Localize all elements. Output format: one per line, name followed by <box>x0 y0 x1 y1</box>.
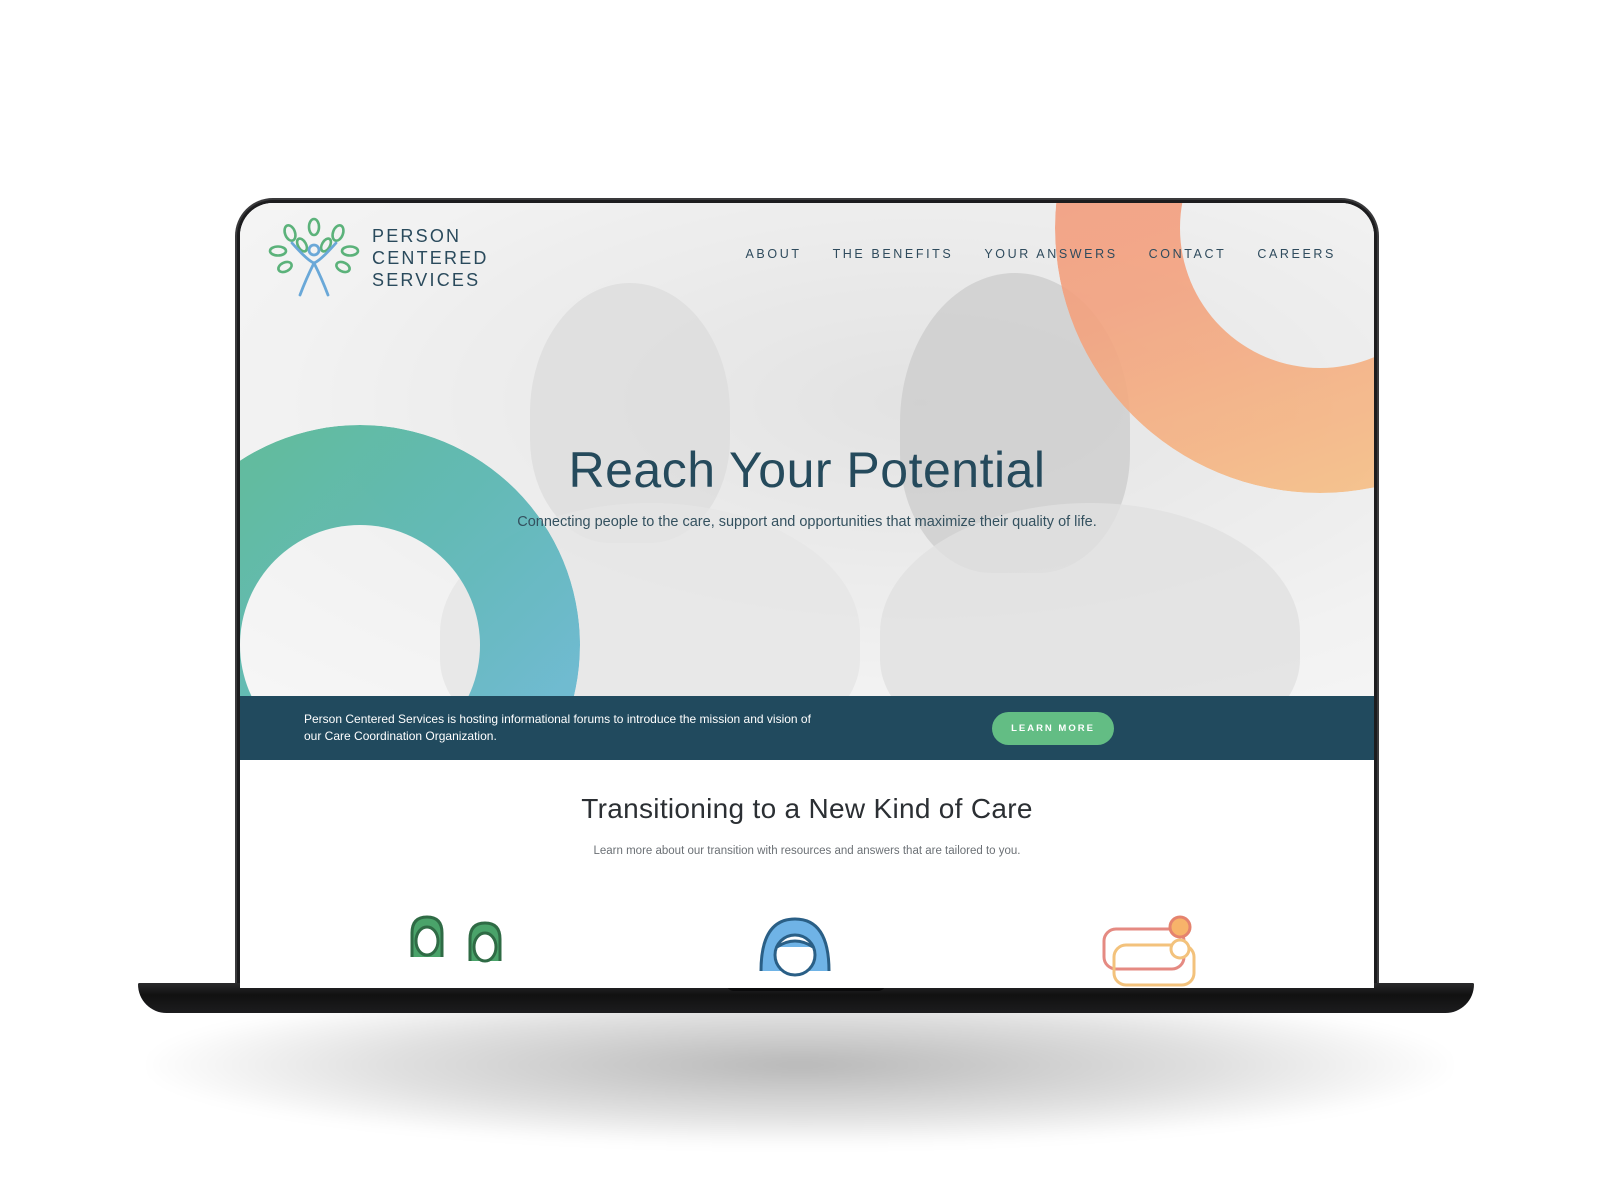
announcement-banner: Person Centered Services is hosting info… <box>240 696 1374 760</box>
section-title: Transitioning to a New Kind of Care <box>581 793 1033 824</box>
hero-title: Reach Your Potential <box>568 442 1046 498</box>
logo-line-3: SERVICES <box>372 270 481 290</box>
nav-the-benefits[interactable]: THE BENEFITS <box>833 247 954 261</box>
site-logo[interactable]: PERSON CENTERED SERVICES <box>268 217 489 299</box>
tree-person-icon <box>268 217 360 297</box>
two-people-icon[interactable] <box>400 913 510 988</box>
banner-text: Person Centered Services is hosting info… <box>304 712 811 743</box>
person-icon[interactable] <box>755 911 835 988</box>
hero-section: PERSON CENTERED SERVICES ABOUT THE BENEF… <box>240 203 1374 703</box>
hero-subtitle: Connecting people to the care, support a… <box>517 514 1097 530</box>
chat-bubbles-icon[interactable] <box>1100 911 1200 988</box>
section-subtitle: Learn more about our transition with res… <box>593 845 1021 857</box>
main-nav: ABOUT THE BENEFITS YOUR ANSWERS CONTACT … <box>746 247 1337 261</box>
nav-contact[interactable]: CONTACT <box>1149 247 1227 261</box>
logo-line-2: CENTERED <box>372 248 489 268</box>
nav-about[interactable]: ABOUT <box>746 247 802 261</box>
logo-line-1: PERSON <box>372 226 462 246</box>
nav-careers[interactable]: CAREERS <box>1257 247 1336 261</box>
learn-more-button[interactable]: LEARN MORE <box>992 712 1114 745</box>
logo-wordmark: PERSON CENTERED SERVICES <box>372 225 489 291</box>
laptop-screen: PERSON CENTERED SERVICES ABOUT THE BENEF… <box>240 203 1374 988</box>
nav-your-answers[interactable]: YOUR ANSWERS <box>984 247 1117 261</box>
